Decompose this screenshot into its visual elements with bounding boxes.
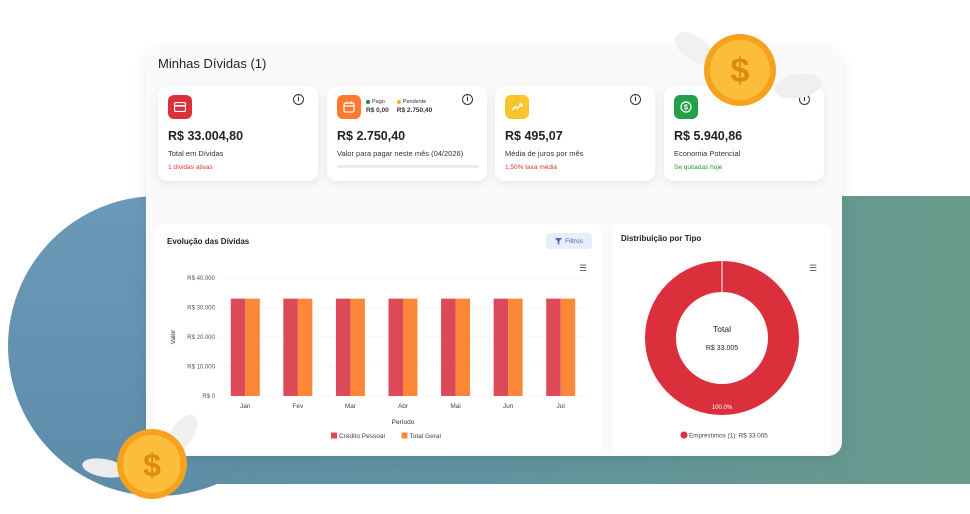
legend-swatch [401, 432, 408, 439]
evolution-bar-chart: R$ 0 R$ 10.000 R$ 20.000 R$ 30.000 R$ 40.000… [170, 276, 587, 440]
x-tick-label: Fev [292, 403, 304, 410]
bar-total-geral[interactable] [297, 298, 313, 396]
distribution-donut-chart: Total R$ 33.005 100.0% Empréstimos (1): R$ … [645, 261, 799, 440]
evolution-chart-card: Evolução das Dívidas Filtros ☰ R$ 0 R$ 10… [155, 224, 602, 454]
x-tick-label: Mar [345, 403, 357, 410]
legend-pending: Pendente R$ 2.750,40 [396, 99, 433, 114]
info-icon[interactable]: i [462, 94, 473, 105]
y-tick-label: R$ 40.000 [187, 276, 215, 282]
donut-slice-emprestimos[interactable] [645, 261, 799, 415]
bar-total-geral[interactable] [455, 298, 471, 396]
donut-legend-dot [680, 431, 688, 439]
paid-dot [366, 99, 370, 104]
bar-crédito-pessoal[interactable] [546, 298, 561, 396]
bar-total-geral[interactable] [350, 298, 365, 396]
bar-total-geral[interactable] [403, 298, 418, 396]
winged-coin-top: $ [674, 32, 822, 106]
card-amount: R$ 495,07 [505, 129, 563, 143]
card-label: Total em Dívidas [168, 149, 224, 158]
page-title: Minhas Dívidas (1) [158, 56, 267, 71]
credit-card-icon [168, 95, 192, 119]
legend-swatch [331, 432, 337, 439]
info-icon[interactable]: i [293, 94, 304, 105]
payment-progress-bar [337, 165, 479, 168]
x-tick-label: Jul [557, 403, 566, 410]
stage: Minhas Dívidas (1) i R$ 33.004,80 Total … [0, 0, 970, 514]
bar-crédito-pessoal[interactable] [335, 298, 351, 396]
paid-value: R$ 0,00 [366, 107, 389, 114]
bar-crédito-pessoal[interactable] [441, 298, 456, 396]
dashboard-panel: Minhas Dívidas (1) i R$ 33.004,80 Total … [146, 48, 842, 456]
paid-label: Pago [372, 99, 385, 105]
bar-crédito-pessoal[interactable] [230, 298, 246, 396]
bar-total-geral[interactable] [560, 298, 576, 396]
info-icon[interactable]: i [630, 94, 641, 105]
pending-label: Pendente [402, 99, 427, 105]
slice-percent-label: 100.0% [712, 405, 733, 411]
x-tick-label: Mai [450, 403, 460, 410]
card-total-debts[interactable]: i R$ 33.004,80 Total em Dívidas 1 dívida… [158, 86, 318, 181]
card-label: Economia Potencial [674, 149, 741, 158]
card-amount: R$ 2.750,40 [337, 129, 406, 143]
bar-crédito-pessoal[interactable] [493, 298, 509, 396]
donut-legend-label: Empréstimos (1): R$ 33.005 [689, 433, 768, 440]
bar-total-geral[interactable] [508, 298, 523, 396]
card-interest[interactable]: i R$ 495,07 Média de juros por mês 1.50%… [495, 86, 655, 181]
pending-value: R$ 2.750,40 [396, 107, 433, 114]
x-tick-label: Jan [240, 403, 251, 410]
card-subtext: 1.50% taxa média [505, 164, 558, 171]
y-tick-label: R$ 30.000 [187, 306, 215, 312]
trending-up-icon [505, 95, 529, 119]
svg-text:$: $ [731, 52, 750, 90]
legend-label: Total Geral [410, 433, 442, 440]
x-tick-label: Jun [503, 403, 514, 410]
x-axis-label: Período [392, 419, 415, 426]
card-amount: R$ 33.004,80 [168, 129, 244, 143]
y-tick-label: R$ 20.000 [187, 335, 215, 341]
distribution-chart-card: Distribuição por Tipo ☰ Total R$ 33.005 10… [612, 224, 831, 454]
card-subtext: Se quitadas hoje [674, 164, 723, 171]
y-tick-label: R$ 10.000 [187, 365, 215, 371]
payment-legend: Pago R$ 0,00 Pendente R$ 2.750,40 [366, 99, 432, 114]
x-tick-label: Abr [398, 403, 409, 410]
y-tick-label: R$ 0 [202, 394, 215, 400]
bar-crédito-pessoal[interactable] [283, 298, 298, 396]
card-amount: R$ 5.940,86 [674, 129, 743, 143]
y-axis-label: Valor [170, 329, 177, 345]
card-monthly-payment[interactable]: Pago R$ 0,00 Pendente R$ 2.750,40 i R$ 2… [327, 86, 487, 181]
winged-coin-bottom: $ [82, 414, 198, 499]
legend-label: Crédito Pessoal [339, 433, 385, 440]
pending-dot [396, 99, 401, 104]
card-subtext: 1 dívidas ativas [168, 164, 213, 171]
svg-text:$: $ [143, 447, 161, 483]
card-label: Média de juros por mês [505, 149, 584, 158]
calendar-icon [337, 95, 361, 119]
donut-center-value: R$ 33.005 [706, 345, 738, 352]
bar-crédito-pessoal[interactable] [388, 298, 404, 396]
legend-paid: Pago R$ 0,00 [366, 99, 389, 114]
card-label: Valor para pagar neste mês (04/2026) [337, 149, 464, 158]
bar-total-geral[interactable] [245, 298, 260, 396]
donut-center-label: Total [713, 324, 731, 334]
